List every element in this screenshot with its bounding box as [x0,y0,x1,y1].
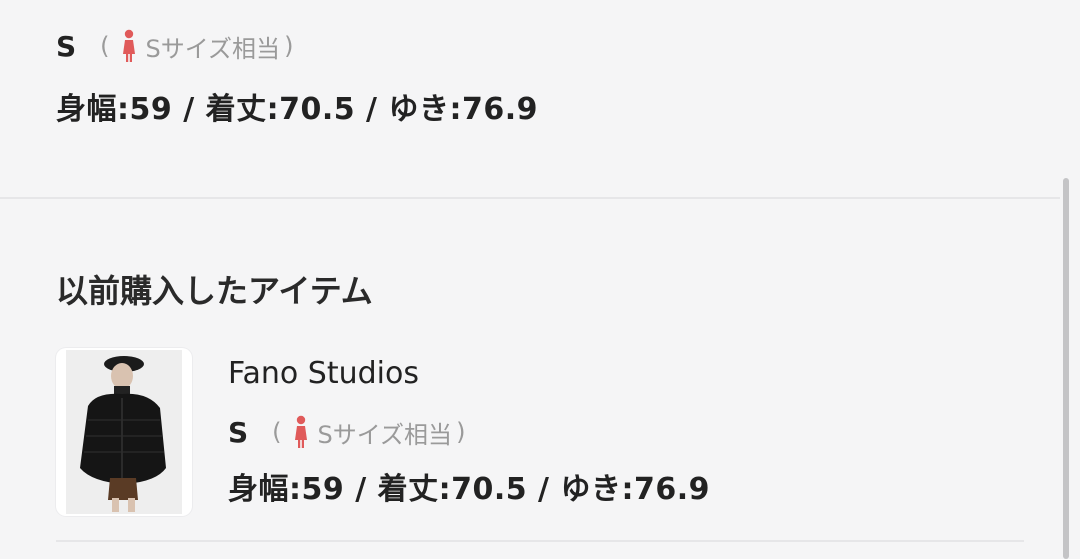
paren-open: ( [272,418,282,446]
size-note-text: Sサイズ相当 [145,34,281,63]
page: S ( Sサイズ相当 ) 身幅:59 / 着丈:70.5 / ゆき:76.9 以… [0,0,1080,559]
brand-name[interactable]: Fano Studios [228,352,710,396]
item-info: Fano Studios S ( Sサイズ相当 ) 身幅:59 / 着丈:70.… [228,348,710,516]
paren-close: ) [456,418,466,446]
paren-open: ( [100,32,110,60]
item-size-row: S ( Sサイズ相当 ) [228,410,710,454]
size-label: S [56,29,77,63]
product-thumbnail[interactable] [56,348,192,516]
section-divider [0,197,1060,199]
purchased-item[interactable]: Fano Studios S ( Sサイズ相当 ) 身幅:59 / 着丈:70.… [56,348,710,516]
female-figure-icon [294,415,307,448]
item-divider [56,540,1024,542]
scrollbar[interactable] [1063,178,1069,559]
item-size-note-text: Sサイズ相当 [317,420,453,449]
product-image-icon [66,350,182,514]
paren-close: ) [284,32,294,60]
current-size-block: S ( Sサイズ相当 ) 身幅:59 / 着丈:70.5 / ゆき:76.9 [56,24,538,128]
female-figure-icon [122,29,135,62]
measurements: 身幅:59 / 着丈:70.5 / ゆき:76.9 [56,92,538,127]
size-row: S ( Sサイズ相当 ) [56,24,538,68]
item-size-equivalent-note: ( Sサイズ相当 ) [268,415,469,450]
section-title: 以前購入したアイテム [56,272,373,310]
item-measurements: 身幅:59 / 着丈:70.5 / ゆき:76.9 [228,472,710,507]
item-size-label: S [228,415,249,449]
size-equivalent-note: ( Sサイズ相当 ) [96,29,297,64]
